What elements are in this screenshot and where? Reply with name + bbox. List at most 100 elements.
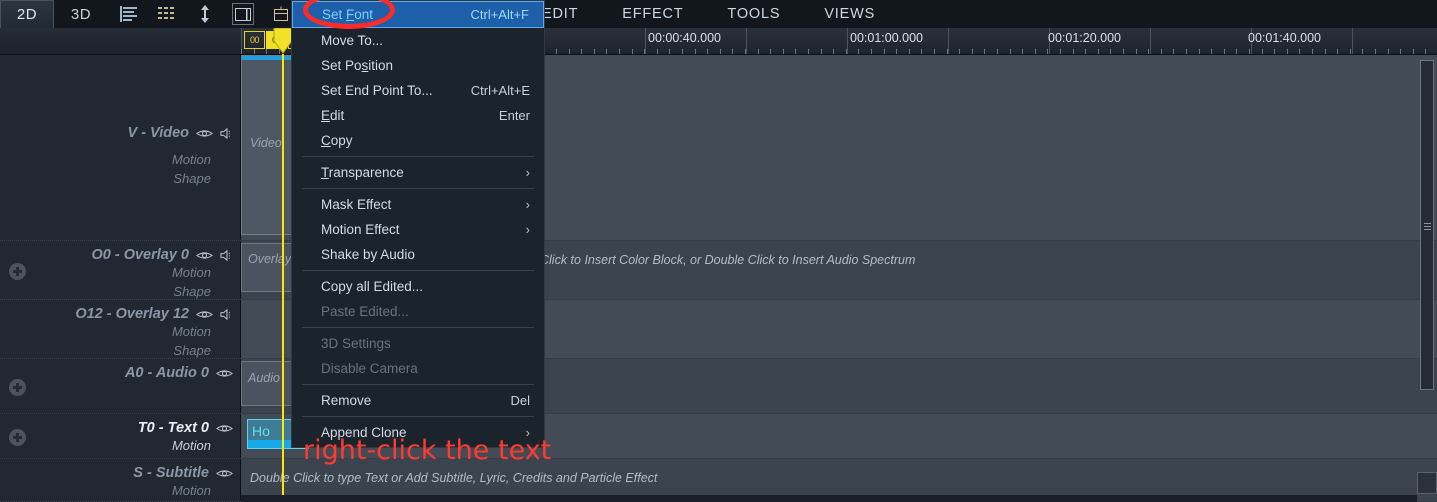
track-title-row: O12 - Overlay 12 [75, 306, 233, 322]
track-header[interactable]: O12 - Overlay 12 Motion Shape [0, 300, 241, 359]
overlay-clip[interactable]: Overlay [241, 243, 298, 292]
track-sub-label[interactable]: Motion [172, 483, 211, 498]
menu-item-transparence[interactable]: Transparence › [292, 160, 544, 185]
horizontal-scrollbar[interactable] [241, 495, 1417, 502]
ruler-minor-tick [1375, 49, 1376, 54]
ruler-minor-tick [884, 49, 885, 54]
ruler-time-label: 00:01:00.000 [850, 31, 923, 45]
table-icon[interactable] [270, 3, 292, 25]
timeline-marker-chip[interactable]: 00 [244, 31, 265, 49]
menu-separator [302, 270, 534, 271]
tab-3d[interactable]: 3D [54, 0, 108, 28]
menu-separator [302, 156, 534, 157]
ruler-minor-tick [1186, 49, 1187, 54]
split-panel-icon[interactable] [232, 3, 254, 25]
ruler-minor-tick [1425, 49, 1426, 54]
ruler-minor-tick [1287, 49, 1288, 54]
track-header[interactable]: S - Subtitle Motion [0, 459, 241, 502]
track-title-row: V - Video [128, 125, 234, 141]
menu-item-label: Transparence [321, 165, 404, 180]
visibility-eye-icon[interactable] [216, 468, 233, 479]
menu-tools[interactable]: TOOLS [705, 6, 802, 22]
menu-item-copy[interactable]: Copy [292, 128, 544, 153]
add-track-button[interactable] [9, 263, 26, 280]
track-sub-label[interactable]: Motion [172, 265, 211, 280]
ruler-minor-tick [858, 49, 859, 54]
ruler-major-tick [1150, 28, 1151, 54]
menu-item-set-font[interactable]: Set Font Ctrl+Alt+F [292, 1, 544, 28]
grid-dots-icon[interactable] [156, 3, 178, 25]
ruler-minor-tick [1337, 49, 1338, 54]
track-header[interactable]: V - Video Motion Shape [0, 55, 241, 241]
vertical-resize-icon[interactable] [194, 3, 216, 25]
visibility-eye-icon[interactable] [196, 250, 213, 261]
clip-label: Ho [252, 423, 270, 439]
menu-item-mask-effect[interactable]: Mask Effect › [292, 192, 544, 217]
menu-views[interactable]: VIEWS [802, 6, 897, 22]
visibility-eye-icon[interactable] [196, 309, 213, 320]
menu-item-copy-all-edited[interactable]: Copy all Edited... [292, 274, 544, 299]
track-name: V - Video [127, 125, 190, 141]
track-sub-label[interactable]: Motion [172, 324, 211, 339]
ruler-minor-tick [1060, 49, 1061, 54]
menu-item-shortcut: Ctrl+Alt+F [470, 7, 529, 22]
ruler-minor-tick [745, 49, 746, 54]
visibility-eye-icon[interactable] [216, 423, 233, 434]
ruler-minor-tick [1211, 49, 1212, 54]
menu-item-move-to[interactable]: Move To... [292, 28, 544, 53]
menu-effect[interactable]: EFFECT [600, 6, 705, 22]
menu-item-motion-effect[interactable]: Motion Effect › [292, 217, 544, 242]
vertical-scrollbar[interactable] [1420, 60, 1434, 390]
add-track-button[interactable] [9, 429, 26, 446]
track-title-row: T0 - Text 0 [138, 420, 233, 436]
audio-clip[interactable]: Audio [241, 361, 298, 406]
visibility-eye-icon[interactable] [196, 128, 213, 139]
ruler-minor-tick [1199, 49, 1200, 54]
ruler-minor-tick [997, 49, 998, 54]
track-sub-label[interactable]: Shape [173, 171, 211, 186]
mute-speaker-icon[interactable] [220, 249, 233, 262]
menu-item-shortcut: Del [510, 393, 530, 408]
ruler-minor-tick [896, 49, 897, 54]
ruler-minor-tick [632, 49, 633, 54]
clip-context-menu[interactable]: Set Font Ctrl+Alt+F Move To... Set Position… [291, 0, 545, 448]
track-sub-label[interactable]: Shape [173, 284, 211, 299]
track-sub-label[interactable]: Motion [172, 152, 211, 167]
track-sub-label[interactable]: Motion [172, 438, 211, 453]
track-header[interactable]: A0 - Audio 0 [0, 359, 241, 414]
mute-speaker-icon[interactable] [220, 308, 233, 321]
menu-item-label: Remove [321, 393, 372, 408]
add-track-button[interactable] [9, 379, 26, 396]
tab-2d[interactable]: 2D [0, 0, 54, 28]
chevron-right-icon: › [525, 197, 530, 212]
ruler-minor-tick [1123, 49, 1124, 54]
align-left-icon[interactable] [118, 3, 140, 25]
ruler-minor-tick [569, 49, 570, 54]
menu-item-edit[interactable]: Edit Enter [292, 103, 544, 128]
visibility-eye-icon[interactable] [216, 368, 233, 379]
ruler-minor-tick [1362, 49, 1363, 54]
track-sub-label[interactable]: Shape [173, 343, 211, 358]
playhead-line[interactable] [282, 54, 284, 495]
menu-item-shake-by-audio[interactable]: Shake by Audio [292, 242, 544, 267]
track-header[interactable]: O0 - Overlay 0 Motion Shape [0, 241, 241, 300]
ruler-minor-tick [783, 49, 784, 54]
menu-item-remove[interactable]: Remove Del [292, 388, 544, 413]
track-name: T0 - Text 0 [137, 420, 209, 436]
ruler-minor-tick [846, 49, 847, 54]
scroll-corner-button[interactable] [1417, 472, 1437, 494]
menu-item-set-end-point-to[interactable]: Set End Point To... Ctrl+Alt+E [292, 78, 544, 103]
ruler-minor-tick [770, 49, 771, 54]
timeline-ruler-zone: 00:00:40.000 00:01:00.000 00:01:20.000 00:0… [0, 28, 1437, 55]
menu-item-label: Motion Effect [321, 222, 400, 237]
menu-item-set-position[interactable]: Set Position [292, 53, 544, 78]
clip-selection-bar [242, 56, 297, 60]
ruler-minor-tick [1224, 49, 1225, 54]
video-clip[interactable]: Video [241, 55, 298, 235]
ruler-minor-tick [1047, 49, 1048, 54]
ruler-major-tick [746, 28, 747, 54]
mute-speaker-icon[interactable] [220, 127, 233, 140]
menu-item-shortcut: Ctrl+Alt+E [470, 83, 530, 98]
track-header[interactable]: T0 - Text 0 Motion [0, 414, 241, 459]
ruler-minor-tick [1098, 49, 1099, 54]
